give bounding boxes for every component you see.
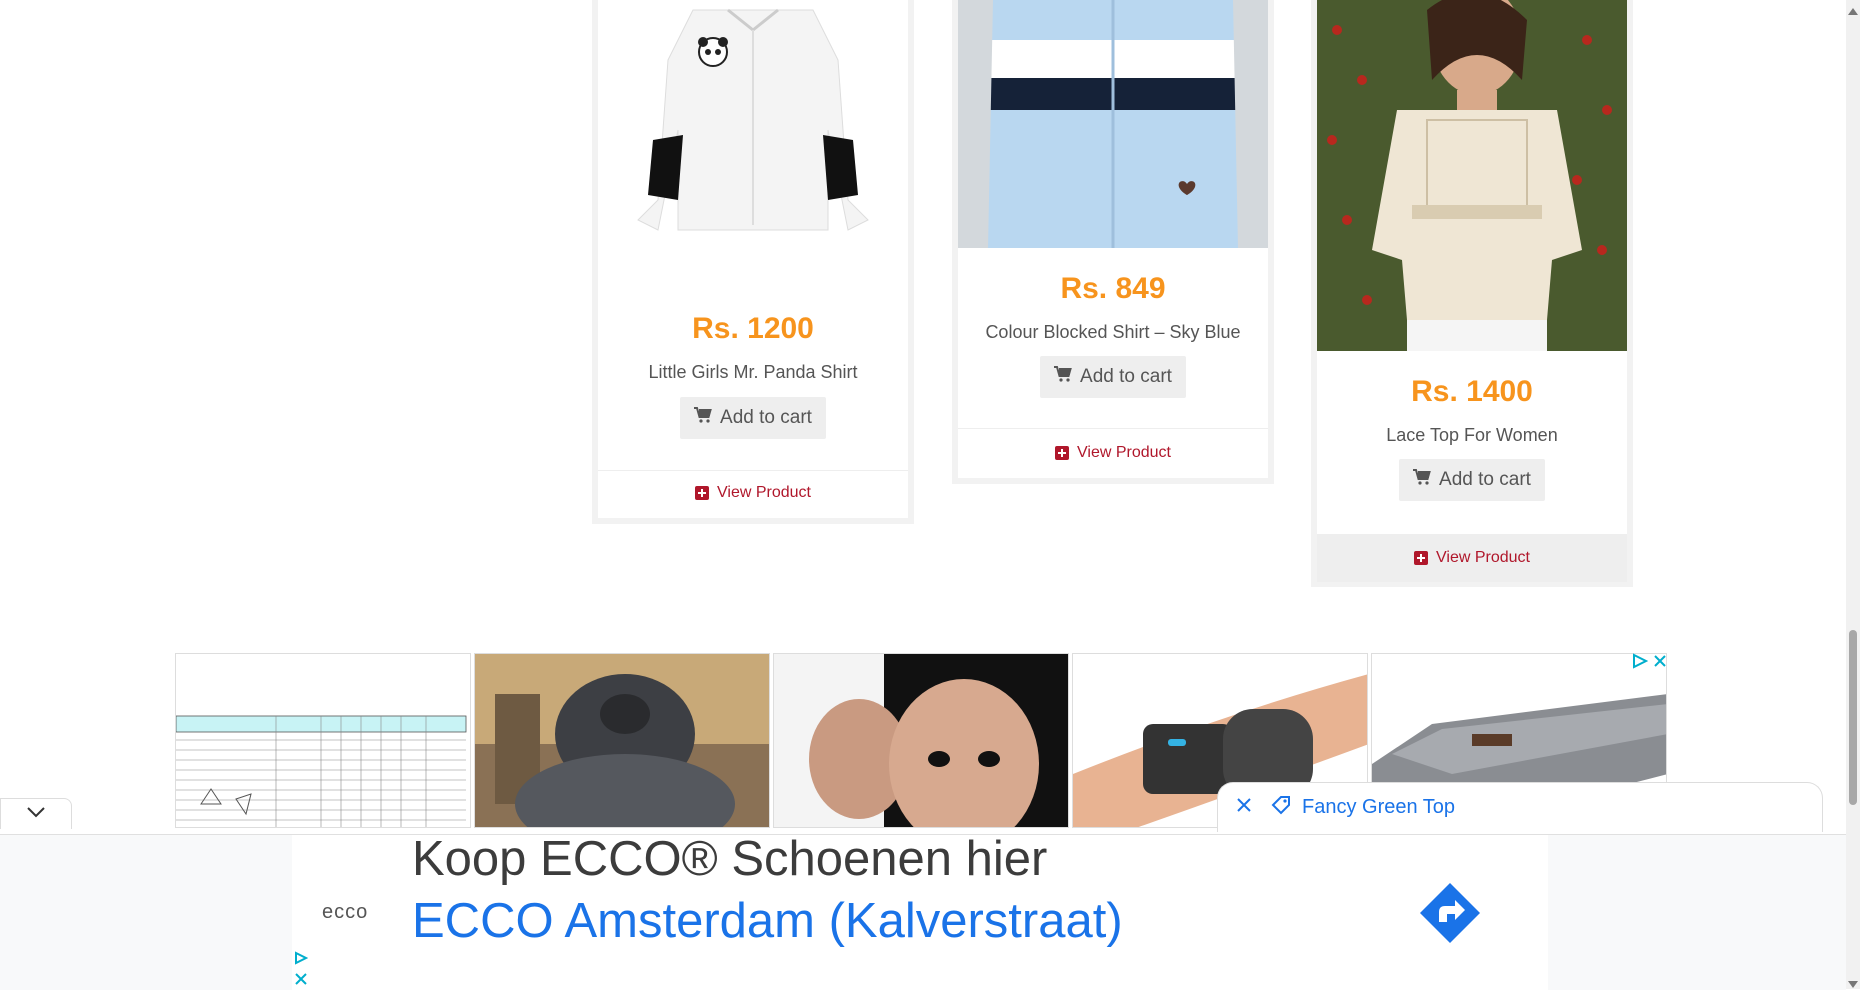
view-product-link[interactable]: View Product [1317,534,1627,582]
view-product-label: View Product [717,484,811,501]
add-to-cart-label: Add to cart [1439,469,1531,490]
product-image-sky-blue-shirt[interactable] [958,0,1268,248]
add-to-cart-button[interactable]: Add to cart [680,397,826,439]
cart-icon [694,407,712,429]
collapse-tab[interactable] [0,798,72,829]
product-image-lace-top[interactable] [1317,0,1627,351]
close-icon[interactable] [294,972,308,991]
product-card-panda-shirt: Rs. 1200 Little Girls Mr. Panda Shirt Ad… [592,0,914,524]
product-price: Rs. 849 [1060,272,1166,305]
product-card-sky-blue-shirt: Rs. 849 Colour Blocked Shirt – Sky Blue … [952,0,1274,484]
bottom-anchor-ad: ecco Koop ECCO® Schoenen hier ECCO Amste… [0,832,1846,991]
plus-square-icon [1414,551,1428,565]
page-scrollbar[interactable] [1846,0,1860,989]
cart-icon [1054,366,1072,388]
add-to-cart-button[interactable]: Add to cart [1399,459,1545,501]
divider [958,428,1268,429]
close-icon[interactable] [1652,653,1668,674]
view-product-link[interactable]: View Product [598,471,908,515]
product-name[interactable]: Lace Top For Women [1317,425,1627,446]
add-to-cart-label: Add to cart [720,407,812,428]
ad-headline: Koop ECCO® Schoenen hier [412,832,1048,886]
view-product-label: View Product [1077,444,1171,461]
add-to-cart-button[interactable]: Add to cart [1040,356,1186,398]
suggestion-label: Fancy Green Top [1302,796,1456,818]
view-product-label: View Product [1436,549,1530,566]
ad-tile-gorilla[interactable] [474,653,770,828]
product-price: Rs. 1200 [692,312,814,345]
plus-square-icon [1055,446,1069,460]
brand-logo: ecco [322,901,369,923]
product-price: Rs. 1400 [1411,375,1533,408]
chevron-down-icon [26,805,46,823]
product-name[interactable]: Colour Blocked Shirt – Sky Blue [958,322,1268,343]
adchoices-icon[interactable] [1632,653,1649,674]
close-icon[interactable] [1236,796,1252,819]
search-suggestion-bar: Fancy Green Top [1217,782,1823,832]
product-card-lace-top: Rs. 1400 Lace Top For Women Add to cart … [1311,0,1633,587]
ad-tile-masks[interactable] [773,653,1069,828]
view-product-link[interactable]: View Product [958,431,1268,475]
ad-subline: ECCO Amsterdam (Kalverstraat) [412,894,1123,948]
scrollbar-thumb[interactable] [1849,630,1857,805]
cart-icon [1413,469,1431,491]
suggestion-chip[interactable]: Fancy Green Top [1270,794,1455,822]
plus-square-icon [695,486,709,500]
tag-icon [1270,794,1292,822]
product-image-panda-shirt[interactable] [598,0,908,290]
adchoices-icon[interactable] [294,951,309,970]
ad-content[interactable]: ecco Koop ECCO® Schoenen hier ECCO Amste… [292,832,1548,991]
ad-tile-size-chart[interactable] [175,653,471,828]
scroll-down-arrow[interactable] [1848,976,1858,994]
directions-arrow-icon[interactable] [1419,882,1481,949]
add-to-cart-label: Add to cart [1080,366,1172,387]
product-name[interactable]: Little Girls Mr. Panda Shirt [598,362,908,383]
scroll-up-arrow[interactable] [1848,2,1858,20]
